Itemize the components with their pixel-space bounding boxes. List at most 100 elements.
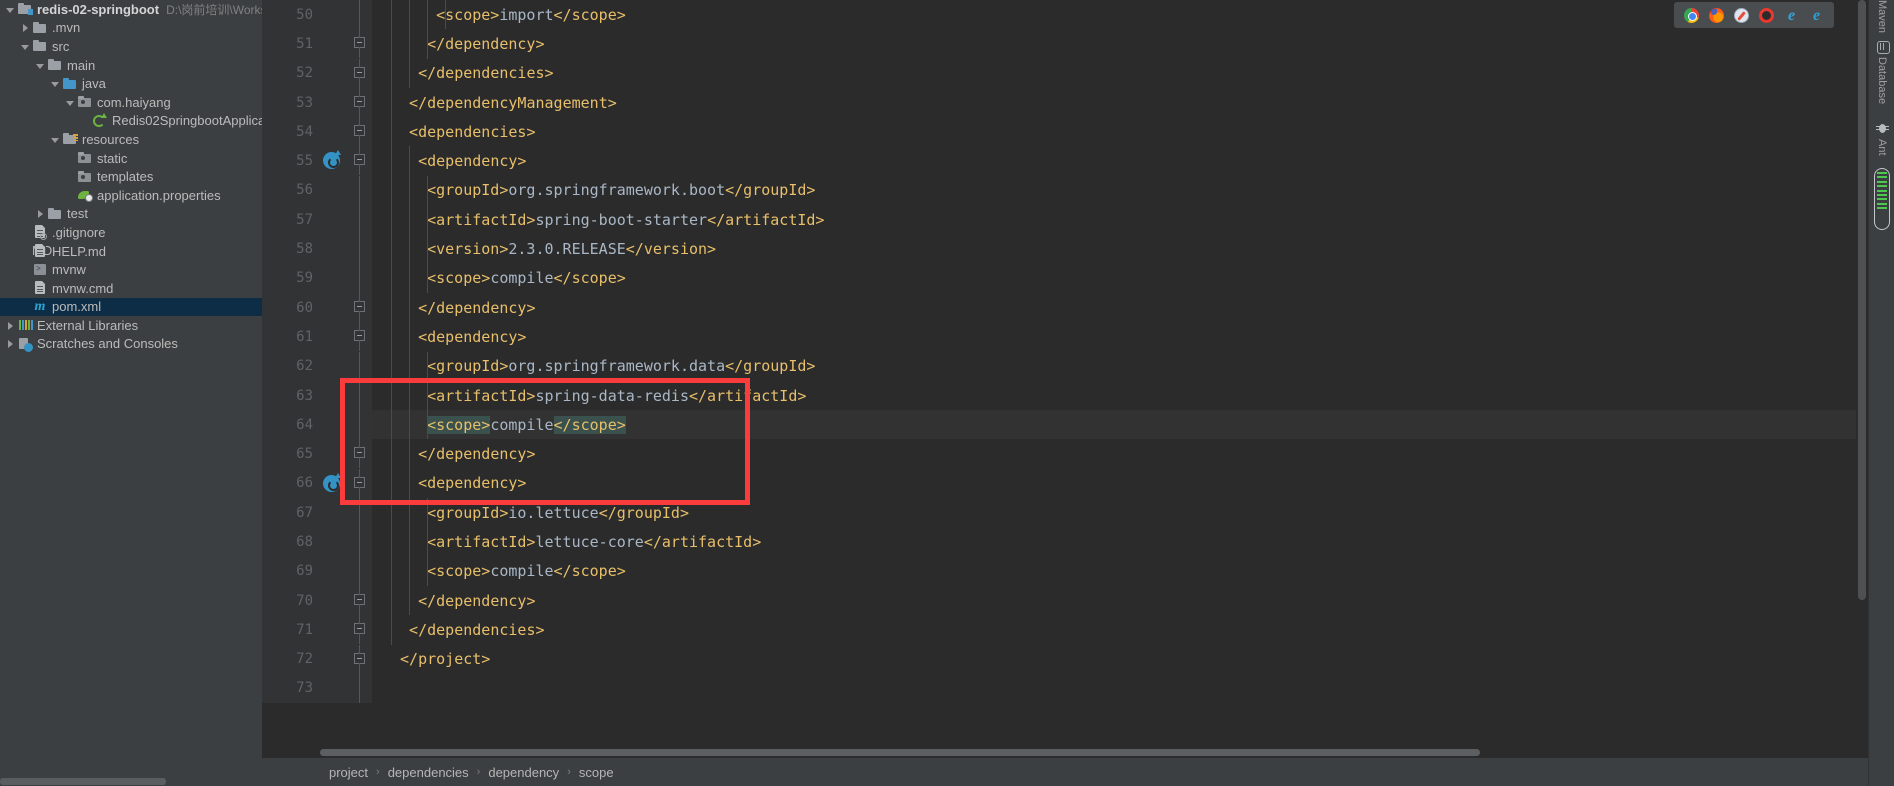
code-line-64[interactable]: 64 <scope>compile</scope> [262, 410, 1868, 440]
line-number-73[interactable]: 73 [262, 673, 320, 704]
code-line-56[interactable]: 56 <groupId>org.springframework.boot</gro… [262, 175, 1868, 206]
fold-gutter[interactable] [348, 322, 372, 352]
tree-row-resources[interactable]: resources [0, 130, 262, 149]
gutter-icon-area[interactable] [320, 146, 348, 176]
fold-gutter[interactable] [348, 439, 372, 469]
line-number-52[interactable]: 52 [262, 58, 320, 88]
line-number-55[interactable]: 55 [262, 146, 320, 176]
code-text[interactable]: <artifactId>spring-boot-starter</artifac… [372, 205, 1868, 235]
chevron-down-icon[interactable] [34, 59, 47, 72]
line-number-54[interactable]: 54 [262, 117, 320, 147]
line-number-51[interactable]: 51 [262, 29, 320, 59]
code-line-67[interactable]: 67 <groupId>io.lettuce</groupId> [262, 498, 1868, 528]
code-line-71[interactable]: 71 </dependencies> [262, 615, 1868, 645]
scrollbar-thumb[interactable] [320, 749, 1480, 756]
line-number-62[interactable]: 62 [262, 351, 320, 381]
firefox-icon[interactable] [1709, 7, 1724, 23]
breadcrumb-item-dependencies[interactable]: dependencies [387, 765, 470, 780]
line-number-64[interactable]: 64 [262, 410, 320, 440]
code-line-65[interactable]: 65 </dependency> [262, 439, 1868, 469]
code-text[interactable]: <artifactId>lettuce-core</artifactId> [372, 527, 1868, 557]
code-line-52[interactable]: 52 </dependencies> [262, 58, 1868, 88]
tree-row-mvnw-cmd[interactable]: mvnw.cmd [0, 279, 262, 298]
fold-gutter[interactable] [348, 292, 372, 323]
gutter-icon-area[interactable] [320, 87, 348, 118]
tree-row-templates[interactable]: templates [0, 167, 262, 186]
fold-gutter[interactable] [348, 263, 372, 293]
code-line-62[interactable]: 62 <groupId>org.springframework.data</gro… [262, 351, 1868, 381]
project-tool-window[interactable]: redis-02-springboot D:\岗前培训\Workspace\ha.… [0, 0, 262, 786]
tool-window-button-database[interactable]: Database [1869, 36, 1894, 104]
tree-row-redis-02-springboot[interactable]: redis-02-springboot D:\岗前培训\Workspace\ha [0, 0, 262, 19]
code-text[interactable]: <dependency> [372, 468, 1868, 499]
code-text[interactable]: <scope>compile</scope> [372, 410, 1868, 440]
code-line-59[interactable]: 59 <scope>compile</scope> [262, 263, 1868, 293]
code-text[interactable]: </dependency> [372, 292, 1868, 323]
tree-row-redis02springbootapplication[interactable]: Redis02SpringbootApplication [0, 112, 262, 131]
tree-row-scratches-and-consoles[interactable]: Scratches and Consoles [0, 335, 262, 354]
line-number-65[interactable]: 65 [262, 439, 320, 469]
tree-row-src[interactable]: src [0, 37, 262, 56]
maven-reimport-icon[interactable] [323, 472, 341, 492]
breadcrumb[interactable]: project › dependencies › dependency › scope [262, 758, 1868, 786]
gutter-icon-area[interactable] [320, 351, 348, 381]
fold-gutter[interactable] [348, 673, 372, 704]
line-number-63[interactable]: 63 [262, 380, 320, 411]
gutter-icon-area[interactable] [320, 673, 348, 704]
chevron-down-icon[interactable] [64, 96, 77, 109]
safari-icon[interactable] [1734, 7, 1749, 23]
line-number-72[interactable]: 72 [262, 644, 320, 674]
code-text[interactable] [372, 674, 1868, 703]
tree-row--gitignore[interactable]: .gitignore [0, 223, 262, 242]
chevron-down-icon[interactable] [49, 133, 62, 146]
chevron-down-icon[interactable] [49, 77, 62, 90]
tree-row-static[interactable]: static [0, 149, 262, 168]
chevron-down-icon[interactable] [19, 40, 32, 53]
code-line-53[interactable]: 53 </dependencyManagement> [262, 87, 1868, 118]
fold-gutter[interactable] [348, 29, 372, 59]
code-line-51[interactable]: 51 </dependency> [262, 29, 1868, 59]
code-text[interactable]: </project> [372, 645, 1868, 674]
line-number-50[interactable]: 50 [262, 0, 320, 30]
gutter-icon-area[interactable] [320, 556, 348, 586]
fold-gutter[interactable] [348, 410, 372, 440]
gutter-icon-area[interactable] [320, 410, 348, 440]
code-text[interactable]: <scope>import</scope> [372, 0, 1868, 30]
open-in-browser-popup[interactable]: ee [1674, 2, 1834, 28]
chevron-right-icon[interactable] [4, 319, 17, 332]
code-text[interactable]: </dependency> [372, 29, 1868, 59]
code-text[interactable]: <dependency> [372, 146, 1868, 176]
code-text[interactable]: <groupId>io.lettuce</groupId> [372, 498, 1868, 528]
fold-gutter[interactable] [348, 556, 372, 586]
scrollbar-thumb[interactable] [0, 778, 166, 785]
fold-gutter[interactable] [348, 498, 372, 528]
tree-row-java[interactable]: java [0, 74, 262, 93]
tree-row-pom-xml[interactable]: m pom.xml [0, 297, 262, 317]
tree-row--mvn[interactable]: .mvn [0, 19, 262, 38]
gutter-icon-area[interactable] [320, 380, 348, 411]
gutter-icon-area[interactable] [320, 292, 348, 323]
gutter-icon-area[interactable] [320, 0, 348, 30]
fold-gutter[interactable] [348, 615, 372, 645]
fold-gutter[interactable] [348, 585, 372, 616]
gutter-icon-area[interactable] [320, 205, 348, 235]
fold-gutter[interactable] [348, 146, 372, 176]
fold-gutter[interactable] [348, 87, 372, 118]
edge-icon[interactable]: e [1809, 7, 1824, 23]
fold-gutter[interactable] [348, 175, 372, 206]
gutter-icon-area[interactable] [320, 117, 348, 147]
right-tool-strip[interactable]: Maven Database Ant [1868, 0, 1894, 786]
line-number-58[interactable]: 58 [262, 234, 320, 264]
tree-row-help-md[interactable]: MD HELP.md [0, 242, 262, 261]
code-line-58[interactable]: 58 <version>2.3.0.RELEASE</version> [262, 234, 1868, 264]
tree-row-application-properties[interactable]: application.properties [0, 186, 262, 205]
code-line-72[interactable]: 72 </project> [262, 644, 1868, 674]
code-text[interactable]: <dependencies> [372, 117, 1868, 147]
code-text[interactable]: <dependency> [372, 322, 1868, 352]
code-text[interactable]: </dependency> [372, 439, 1868, 469]
scrollbar-thumb[interactable] [1858, 0, 1866, 600]
fold-gutter[interactable] [348, 351, 372, 381]
tree-row-test[interactable]: test [0, 205, 262, 224]
line-number-70[interactable]: 70 [262, 585, 320, 616]
code-text[interactable]: <artifactId>spring-data-redis</artifactI… [372, 380, 1868, 411]
